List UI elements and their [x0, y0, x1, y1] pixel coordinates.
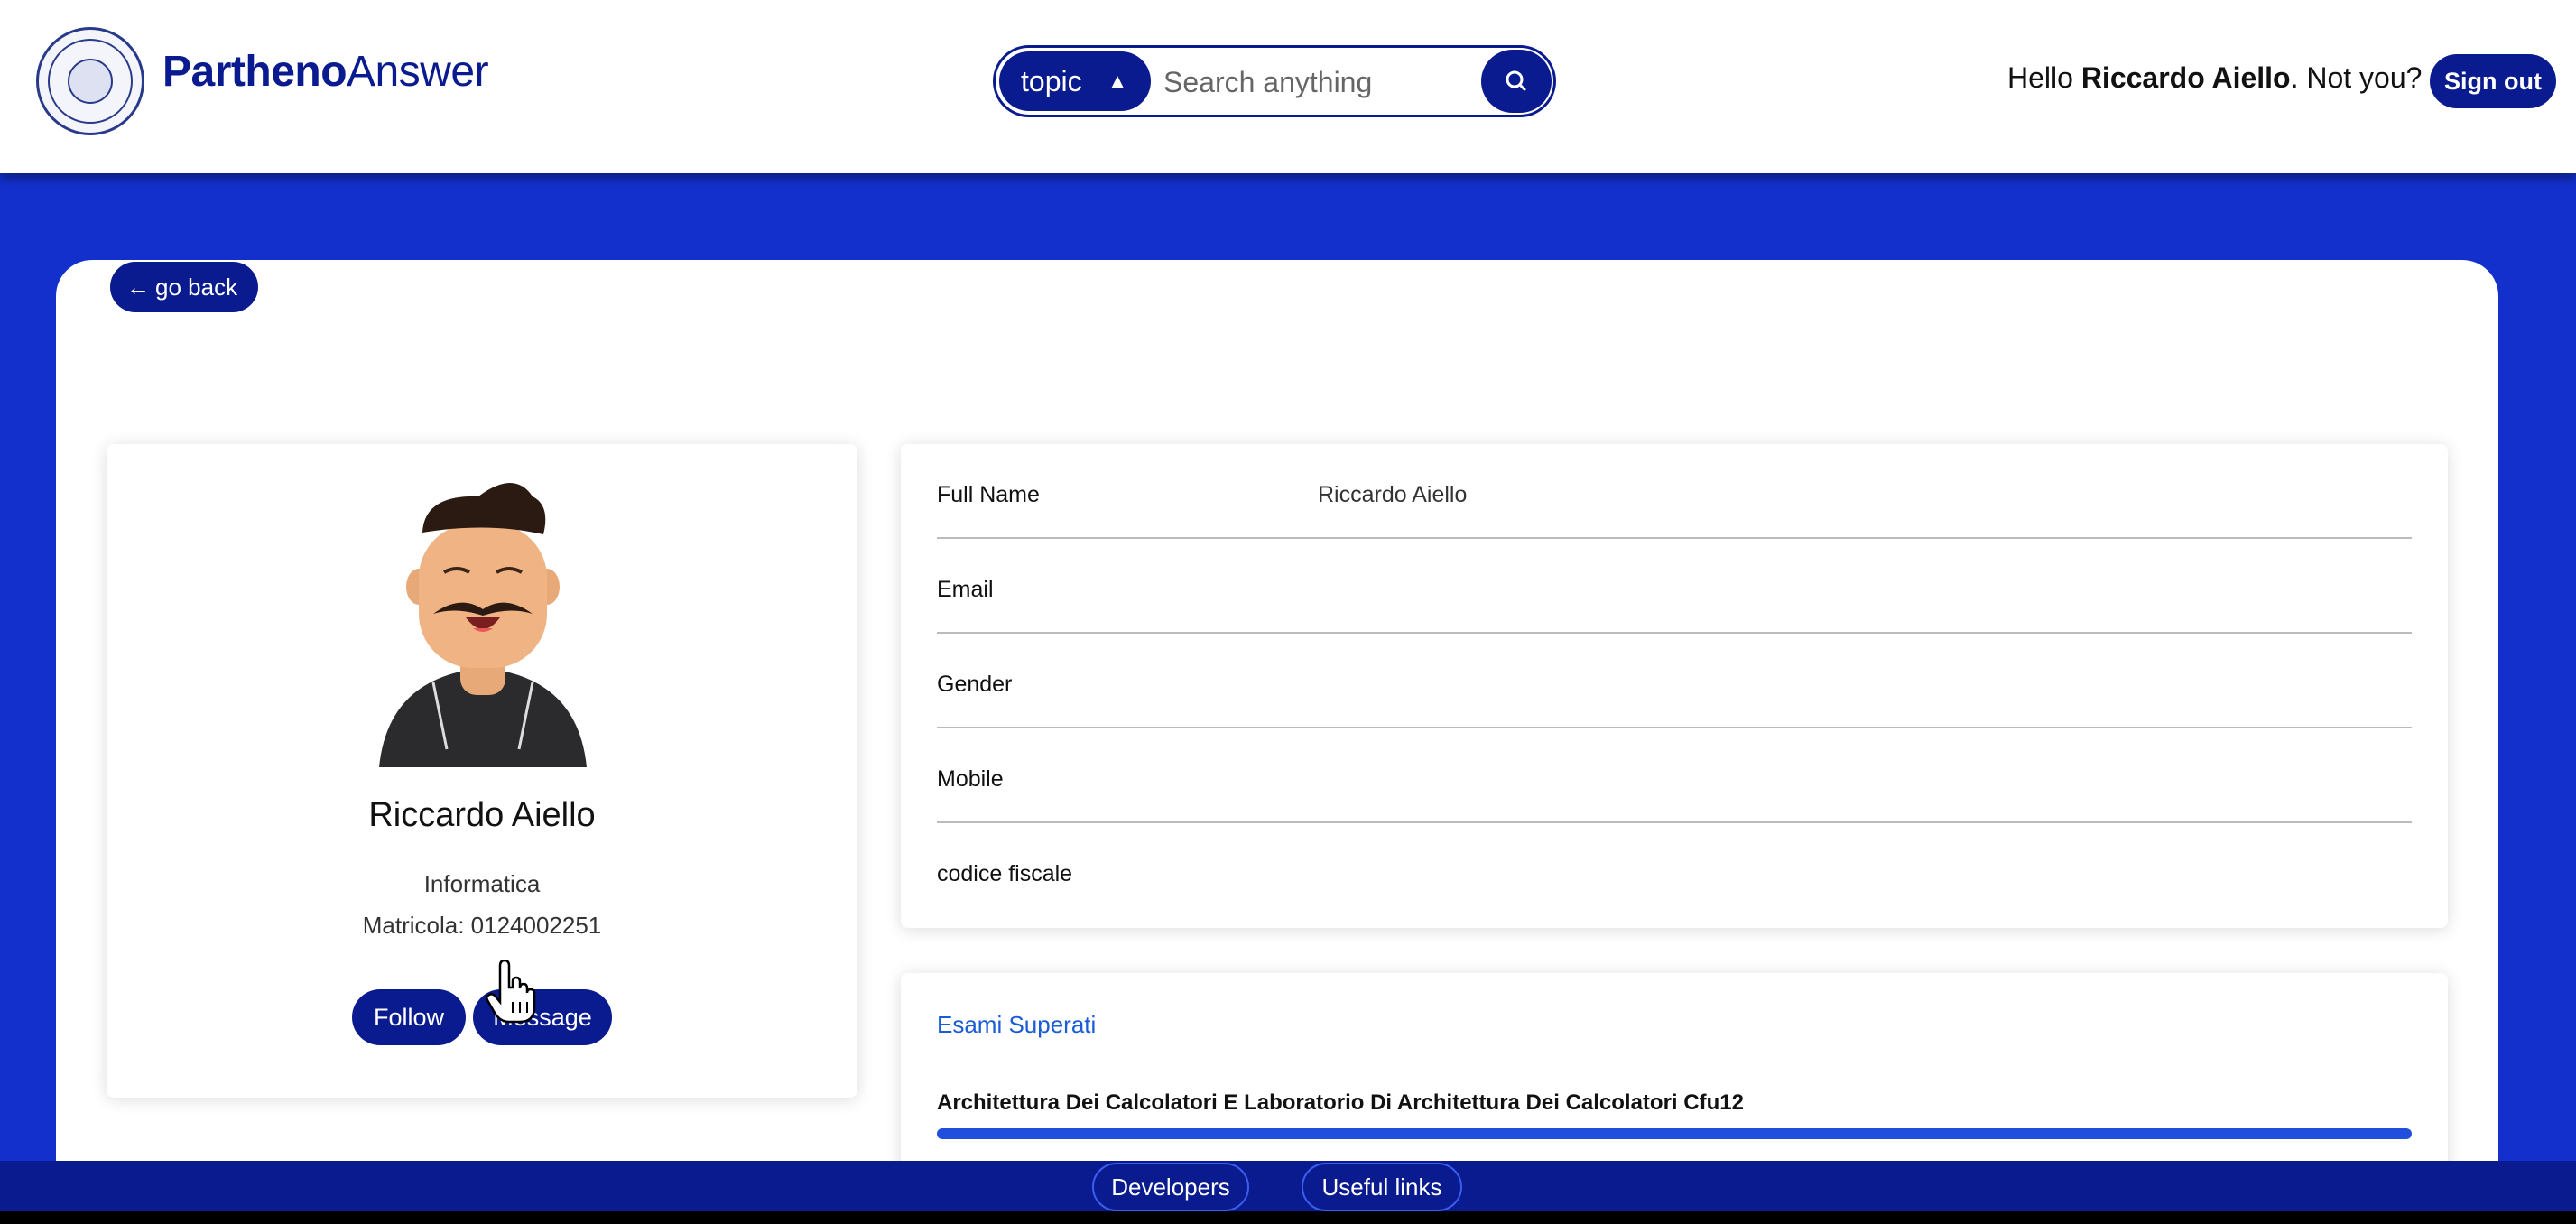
- profile-matricola: Matricola: 0124002251: [362, 912, 602, 939]
- developers-link[interactable]: Developers: [1092, 1163, 1249, 1211]
- profile-details-card: Full Name Riccardo Aiello Email Gender M…: [901, 444, 2448, 928]
- search-input[interactable]: [1163, 57, 1470, 107]
- passed-exams-title: Esami Superati: [937, 1011, 1097, 1038]
- detail-label: Gender: [937, 672, 1013, 697]
- detail-row-codice-fiscale: codice fiscale: [937, 823, 2412, 918]
- greeting: Hello Riccardo Aiello. Not you?: [2007, 61, 2422, 95]
- useful-links-link[interactable]: Useful links: [1302, 1163, 1462, 1211]
- detail-label: Full Name: [937, 482, 1040, 507]
- top-header: ParthenoAnswer topic ▲ Hello Riccardo Ai…: [0, 0, 2576, 173]
- search-bar: topic ▲: [993, 45, 1556, 117]
- footer: Developers Useful links: [0, 1161, 2576, 1211]
- go-back-button[interactable]: ← go back: [110, 262, 258, 312]
- search-icon: [1506, 70, 1526, 91]
- footer-bottom-strip: [0, 1211, 2576, 1224]
- detail-label: codice fiscale: [937, 861, 1073, 886]
- sort-updown-icon: ▲: [1107, 70, 1127, 92]
- hand-pointer-icon: [486, 960, 536, 1024]
- university-seal-logo[interactable]: [36, 27, 144, 135]
- sign-out-button[interactable]: Sign out: [2430, 54, 2556, 108]
- profile-card: Riccardo Aiello Informatica Matricola: 0…: [107, 444, 857, 1098]
- topic-select[interactable]: topic ▲: [999, 51, 1151, 111]
- exam-progress-fill: [937, 1128, 2412, 1139]
- greeting-prefix: Hello: [2007, 61, 2081, 94]
- detail-label: Email: [937, 577, 994, 602]
- topic-select-label: topic: [1021, 65, 1082, 97]
- detail-label: Mobile: [937, 766, 1004, 792]
- follow-button[interactable]: Follow: [352, 989, 466, 1045]
- exam-name: Architettura Dei Calcolatori E Laborator…: [937, 1090, 1744, 1115]
- search-button[interactable]: [1481, 50, 1552, 113]
- brand-name-regular: Answer: [347, 48, 489, 96]
- profile-department: Informatica: [423, 870, 541, 897]
- greeting-user-name: Riccardo Aiello: [2080, 61, 2291, 94]
- detail-value: Riccardo Aiello: [1318, 482, 1468, 507]
- profile-name: Riccardo Aiello: [368, 796, 596, 834]
- brand-name-bold: Partheno: [162, 48, 347, 96]
- detail-row-mobile: Mobile: [937, 728, 2412, 823]
- detail-row-gender: Gender: [937, 634, 2412, 728]
- seal-core: [68, 59, 113, 104]
- avatar: [379, 483, 587, 767]
- detail-row-email: Email: [937, 539, 2412, 634]
- brand-name[interactable]: ParthenoAnswer: [162, 47, 489, 97]
- greeting-suffix: . Not you?: [2290, 61, 2423, 94]
- exam-progress-bar: [937, 1128, 2412, 1139]
- go-back-label: go back: [155, 274, 238, 301]
- arrow-left-icon: ←: [126, 274, 150, 301]
- detail-row-full-name: Full Name Riccardo Aiello: [937, 444, 2412, 539]
